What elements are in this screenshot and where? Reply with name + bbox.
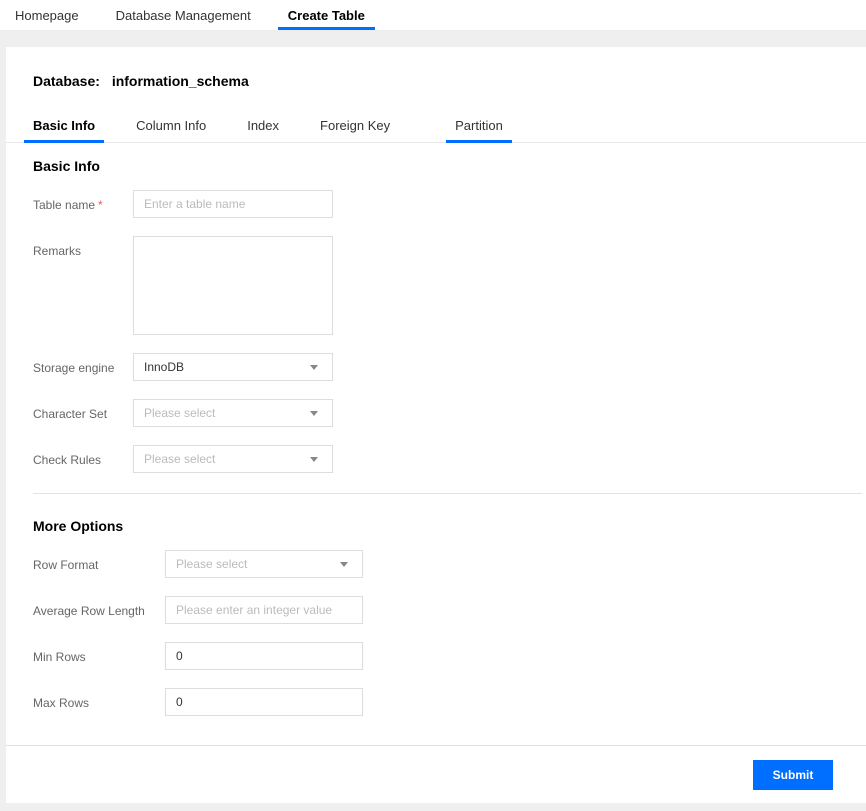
- section-divider: [33, 493, 862, 494]
- tab-database-management[interactable]: Database Management: [106, 0, 261, 30]
- average-row-length-row: Average Row Length: [33, 596, 866, 624]
- row-format-placeholder: Please select: [176, 557, 247, 571]
- create-table-panel: Database: information_schema Basic Info …: [6, 47, 866, 803]
- check-rules-placeholder: Please select: [144, 452, 215, 466]
- required-asterisk: *: [98, 198, 103, 212]
- row-format-row: Row Format Please select: [33, 550, 866, 578]
- average-row-length-input[interactable]: [165, 596, 363, 624]
- check-rules-row: Check Rules Please select: [33, 445, 866, 473]
- tab-partition[interactable]: Partition: [446, 118, 512, 142]
- check-rules-select[interactable]: Please select: [133, 445, 333, 473]
- average-row-length-label: Average Row Length: [33, 596, 165, 624]
- database-name: information_schema: [112, 73, 249, 89]
- max-rows-label: Max Rows: [33, 688, 165, 716]
- max-rows-input[interactable]: [165, 688, 363, 716]
- storage-engine-select[interactable]: InnoDB: [133, 353, 333, 381]
- storage-engine-label: Storage engine: [33, 353, 133, 381]
- database-header: Database: information_schema: [6, 47, 866, 89]
- remarks-textarea[interactable]: [133, 236, 333, 335]
- more-options-heading: More Options: [33, 518, 866, 534]
- basic-info-form: Basic Info Table name* Remarks Storage e…: [6, 143, 866, 745]
- form-footer: Submit: [6, 745, 866, 803]
- more-options-section: More Options Row Format Please select Av…: [33, 518, 866, 716]
- table-name-input[interactable]: [133, 190, 333, 218]
- tab-create-table[interactable]: Create Table: [278, 0, 375, 30]
- database-label: Database:: [33, 73, 100, 89]
- caret-down-icon: [310, 411, 318, 416]
- max-rows-row: Max Rows: [33, 688, 866, 716]
- remarks-row: Remarks: [33, 236, 866, 335]
- row-format-label: Row Format: [33, 550, 165, 578]
- min-rows-label: Min Rows: [33, 642, 165, 670]
- storage-engine-row: Storage engine InnoDB: [33, 353, 866, 381]
- caret-down-icon: [340, 562, 348, 567]
- table-name-row: Table name*: [33, 190, 866, 218]
- submit-button[interactable]: Submit: [753, 760, 833, 790]
- row-format-select[interactable]: Please select: [165, 550, 363, 578]
- check-rules-label: Check Rules: [33, 445, 133, 473]
- character-set-select[interactable]: Please select: [133, 399, 333, 427]
- min-rows-row: Min Rows: [33, 642, 866, 670]
- table-name-label: Table name*: [33, 190, 133, 218]
- caret-down-icon: [310, 457, 318, 462]
- create-table-tab-bar: Basic Info Column Info Index Foreign Key…: [6, 118, 866, 143]
- character-set-placeholder: Please select: [144, 406, 215, 420]
- remarks-label: Remarks: [33, 236, 133, 335]
- caret-down-icon: [310, 365, 318, 370]
- tab-foreign-key[interactable]: Foreign Key: [311, 118, 399, 142]
- tab-column-info[interactable]: Column Info: [127, 118, 215, 142]
- min-rows-input[interactable]: [165, 642, 363, 670]
- top-tab-bar: Homepage Database Management Create Tabl…: [0, 0, 866, 31]
- tab-homepage[interactable]: Homepage: [5, 0, 89, 30]
- character-set-label: Character Set: [33, 399, 133, 427]
- tab-basic-info[interactable]: Basic Info: [24, 118, 104, 142]
- basic-info-heading: Basic Info: [33, 158, 866, 174]
- storage-engine-value: InnoDB: [144, 360, 184, 374]
- tab-index[interactable]: Index: [238, 118, 288, 142]
- character-set-row: Character Set Please select: [33, 399, 866, 427]
